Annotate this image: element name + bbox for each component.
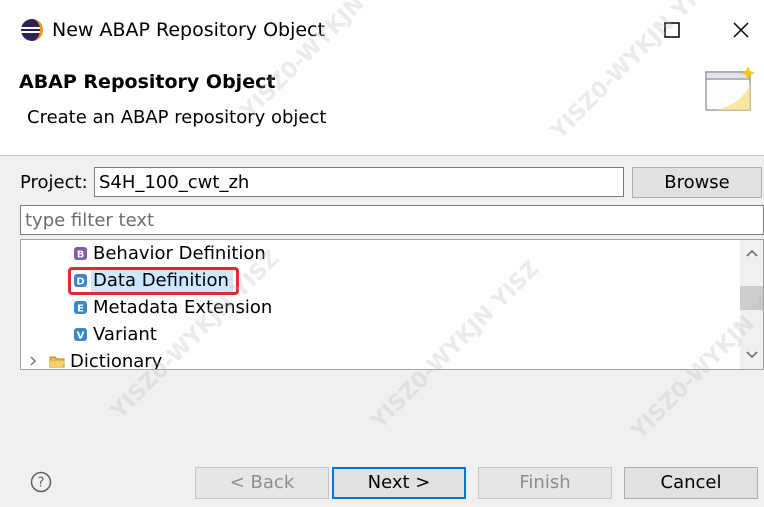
tree-item-behavior-definition[interactable]: B Behavior Definition bbox=[73, 240, 266, 267]
svg-text:V: V bbox=[77, 331, 85, 342]
tree-scrollbar[interactable] bbox=[740, 240, 763, 369]
wizard-description: Create an ABAP repository object bbox=[27, 107, 327, 128]
behavior-definition-icon: B bbox=[74, 247, 87, 261]
eclipse-app-icon bbox=[21, 19, 43, 41]
selection-highlight-box bbox=[68, 267, 239, 295]
help-icon[interactable]: ? bbox=[30, 471, 52, 493]
tree-item-metadata-extension[interactable]: E Metadata Extension bbox=[73, 294, 272, 321]
svg-text:?: ? bbox=[38, 476, 45, 491]
svg-text:E: E bbox=[77, 304, 84, 315]
finish-button[interactable]: Finish bbox=[478, 467, 612, 499]
close-icon[interactable] bbox=[727, 16, 755, 44]
tree-item-label: Dictionary bbox=[70, 351, 163, 370]
tree-item-label: Behavior Definition bbox=[93, 243, 266, 264]
scroll-down-icon[interactable] bbox=[746, 350, 758, 360]
project-label: Project: bbox=[20, 172, 88, 193]
window-title: New ABAP Repository Object bbox=[52, 19, 325, 41]
wizard-header: ABAP Repository Object Create an ABAP re… bbox=[0, 60, 764, 156]
svg-text:B: B bbox=[77, 250, 85, 261]
scroll-up-icon[interactable] bbox=[746, 248, 758, 258]
folder-icon bbox=[49, 356, 65, 368]
chevron-right-icon[interactable] bbox=[27, 355, 39, 367]
tree-item-variant[interactable]: V Variant bbox=[73, 321, 157, 348]
tree-item-label: Variant bbox=[93, 324, 157, 345]
tree-item-label: Metadata Extension bbox=[93, 297, 273, 318]
variant-icon: V bbox=[74, 328, 87, 342]
wizard-banner-icon bbox=[705, 66, 755, 111]
next-button[interactable]: Next > bbox=[332, 467, 466, 499]
scroll-thumb[interactable] bbox=[740, 286, 763, 310]
tree-item-dictionary[interactable]: Dictionary bbox=[27, 348, 163, 370]
cancel-button[interactable]: Cancel bbox=[624, 467, 758, 499]
browse-button[interactable]: Browse bbox=[632, 167, 762, 198]
object-type-tree[interactable]: B Behavior Definition D Data Definition … bbox=[20, 239, 764, 370]
title-bar: New ABAP Repository Object bbox=[0, 0, 764, 60]
project-input[interactable] bbox=[94, 167, 624, 197]
filter-input[interactable] bbox=[20, 205, 764, 235]
back-button[interactable]: < Back bbox=[195, 467, 329, 499]
wizard-title: ABAP Repository Object bbox=[19, 71, 276, 93]
maximize-icon[interactable] bbox=[658, 16, 686, 44]
metadata-extension-icon: E bbox=[74, 301, 87, 315]
